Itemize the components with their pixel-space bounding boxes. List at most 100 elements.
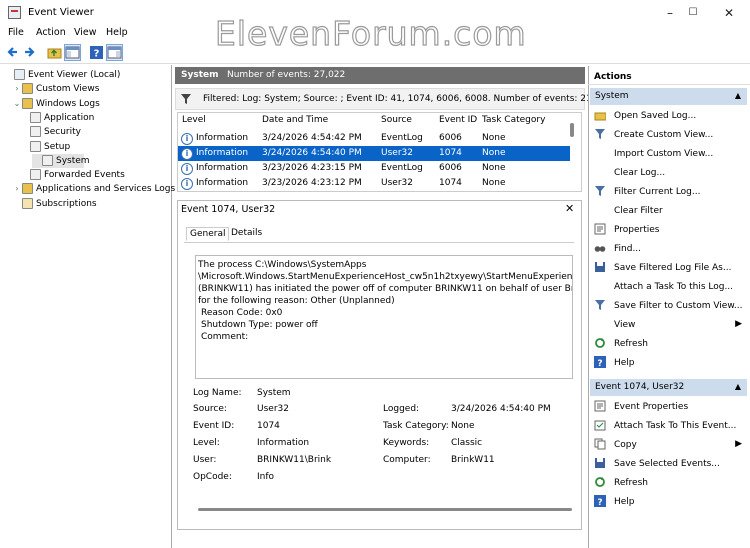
section-title: Event 1074, User32: [595, 382, 685, 392]
action-refresh[interactable]: Refresh: [592, 474, 748, 493]
action-event-properties[interactable]: Event Properties: [592, 398, 748, 417]
tree-item-forwarded-events[interactable]: Forwarded Events: [20, 168, 125, 182]
cell-date: 3/24/2026 4:54:42 PM: [262, 133, 362, 143]
action-clear-log[interactable]: Clear Log...: [592, 164, 748, 183]
forward-arrow-icon: [25, 47, 35, 57]
svg-text:?: ?: [94, 49, 100, 60]
action-help[interactable]: ? Help: [592, 493, 748, 512]
filter-text: Filtered: Log: System; Source: ; Event I…: [203, 94, 598, 104]
actions-header: Actions: [588, 67, 750, 85]
collapse-icon[interactable]: ▲: [735, 91, 741, 100]
svg-text:?: ?: [597, 498, 602, 507]
action-find[interactable]: Find...: [592, 240, 748, 259]
expander-icon[interactable]: ›: [12, 82, 22, 96]
cell-source: User32: [381, 178, 413, 188]
event-row[interactable]: i Information 3/24/2026 4:54:42 PM EventLog…: [178, 131, 570, 146]
refresh-icon: [594, 476, 606, 488]
action-filter-current-log[interactable]: Filter Current Log...: [592, 183, 748, 202]
action-label: Help: [614, 497, 635, 507]
tab-details[interactable]: Details: [228, 227, 265, 239]
action-copy[interactable]: Copy ▶: [592, 436, 748, 455]
action-save-filtered-log-file-as[interactable]: Save Filtered Log File As...: [592, 259, 748, 278]
cell-id: 6006: [439, 133, 462, 143]
tree-item-applications-and-services-logs[interactable]: › Applications and Services Logs: [12, 182, 175, 196]
action-create-custom-view[interactable]: Create Custom View...: [592, 126, 748, 145]
help-icon: ?: [594, 495, 606, 508]
action-label: Save Filter to Custom View...: [614, 301, 743, 311]
tree-item-system[interactable]: System: [32, 153, 90, 169]
show-hide-action-pane-button[interactable]: [106, 44, 123, 61]
detail-title: Event 1074, User32: [181, 204, 276, 215]
column-level[interactable]: Level: [182, 115, 206, 125]
action-pane-icon: [107, 46, 122, 59]
tree-item-subscriptions[interactable]: Subscriptions: [12, 197, 97, 211]
tab-divider: [184, 242, 574, 243]
actions-section-header[interactable]: Event 1074, User32 ▲: [590, 379, 747, 396]
tree-item-event-viewer-local-[interactable]: Event Viewer (Local): [4, 68, 120, 82]
collapse-icon[interactable]: ▲: [735, 382, 741, 391]
information-icon: i: [181, 133, 193, 145]
forward-button[interactable]: [21, 44, 38, 61]
detail-scrollbar[interactable]: [198, 508, 572, 511]
event-viewer-icon: [14, 69, 25, 80]
menu-help[interactable]: Help: [106, 27, 128, 38]
filter-icon: [181, 94, 191, 104]
field-user-value: BRINKW11\Brink: [257, 455, 332, 465]
tree-item-setup[interactable]: Setup: [20, 140, 70, 154]
event-row[interactable]: i Information 3/23/2026 4:23:12 PM User32 10…: [178, 176, 570, 191]
event-row[interactable]: i Information 3/24/2026 4:54:40 PM User32 10…: [178, 146, 570, 161]
tree-item-label: Custom Views: [36, 84, 100, 95]
action-attach-task-to-this-event[interactable]: Attach Task To This Event...: [592, 417, 748, 436]
column-event-id[interactable]: Event ID: [439, 115, 477, 125]
expander-icon[interactable]: ›: [12, 182, 22, 196]
action-import-custom-view[interactable]: Import Custom View...: [592, 145, 748, 164]
event-row[interactable]: i Information 3/23/2026 4:23:15 PM EventLog…: [178, 161, 570, 176]
event-message[interactable]: The process C:\Windows\SystemApps \Micros…: [195, 255, 573, 379]
filter-icon: [594, 128, 606, 140]
column-source[interactable]: Source: [381, 115, 412, 125]
action-help[interactable]: ? Help: [592, 354, 748, 373]
column-date-time[interactable]: Date and Time: [262, 115, 328, 125]
expander-icon[interactable]: ⌄: [12, 97, 22, 111]
tree-item-windows-logs[interactable]: ⌄ Windows Logs: [12, 97, 100, 111]
action-save-filter-to-custom-view[interactable]: Save Filter to Custom View...: [592, 297, 748, 316]
help-toolbar-button[interactable]: ?: [88, 44, 105, 61]
action-refresh[interactable]: Refresh: [592, 335, 748, 354]
message-line: (BRINKW11) has initiated the power off o…: [198, 284, 573, 294]
field-task-category-value: None: [451, 421, 475, 431]
event-list[interactable]: Level Date and Time Source Event ID Task…: [177, 112, 582, 192]
action-open-saved-log[interactable]: Open Saved Log...: [592, 107, 748, 126]
field-event-id-value: 1074: [257, 421, 280, 431]
close-button[interactable]: ✕: [706, 0, 750, 26]
cell-source: EventLog: [381, 133, 423, 143]
tree-item-application[interactable]: Application: [20, 111, 94, 125]
log-icon: [30, 111, 41, 123]
detail-close-button[interactable]: ✕: [565, 202, 574, 215]
menu-file[interactable]: File: [8, 27, 24, 38]
action-properties[interactable]: Properties: [592, 221, 748, 240]
open-folder-icon: [594, 109, 607, 121]
menu-action[interactable]: Action: [36, 27, 66, 38]
action-save-selected-events[interactable]: Save Selected Events...: [592, 455, 748, 474]
field-computer-value: BrinkW11: [451, 455, 495, 465]
tree-item-security[interactable]: Security: [20, 125, 81, 139]
column-task-category[interactable]: Task Category: [482, 115, 545, 125]
action-attach-a-task-to-this-log[interactable]: Attach a Task To this Log...: [592, 278, 748, 297]
event-list-scrollbar[interactable]: [570, 123, 574, 137]
show-hide-console-tree-button[interactable]: [64, 44, 81, 61]
information-icon: i: [181, 163, 193, 175]
actions-section-header[interactable]: System ▲: [590, 88, 747, 105]
cell-date: 3/23/2026 4:23:15 PM: [262, 163, 362, 173]
tree-item-label: Setup: [44, 141, 71, 152]
action-label: Refresh: [614, 339, 648, 349]
back-arrow-icon: [7, 47, 17, 57]
tab-general[interactable]: General: [186, 227, 230, 241]
up-folder-button[interactable]: [46, 44, 63, 61]
cell-id: 6006: [439, 163, 462, 173]
tree-item-custom-views[interactable]: › Custom Views: [12, 82, 99, 96]
menu-view[interactable]: View: [74, 27, 97, 38]
back-button[interactable]: [4, 44, 21, 61]
action-clear-filter[interactable]: Clear Filter: [592, 202, 748, 221]
action-label: Save Filtered Log File As...: [614, 263, 732, 273]
action-view[interactable]: View ▶: [592, 316, 748, 335]
